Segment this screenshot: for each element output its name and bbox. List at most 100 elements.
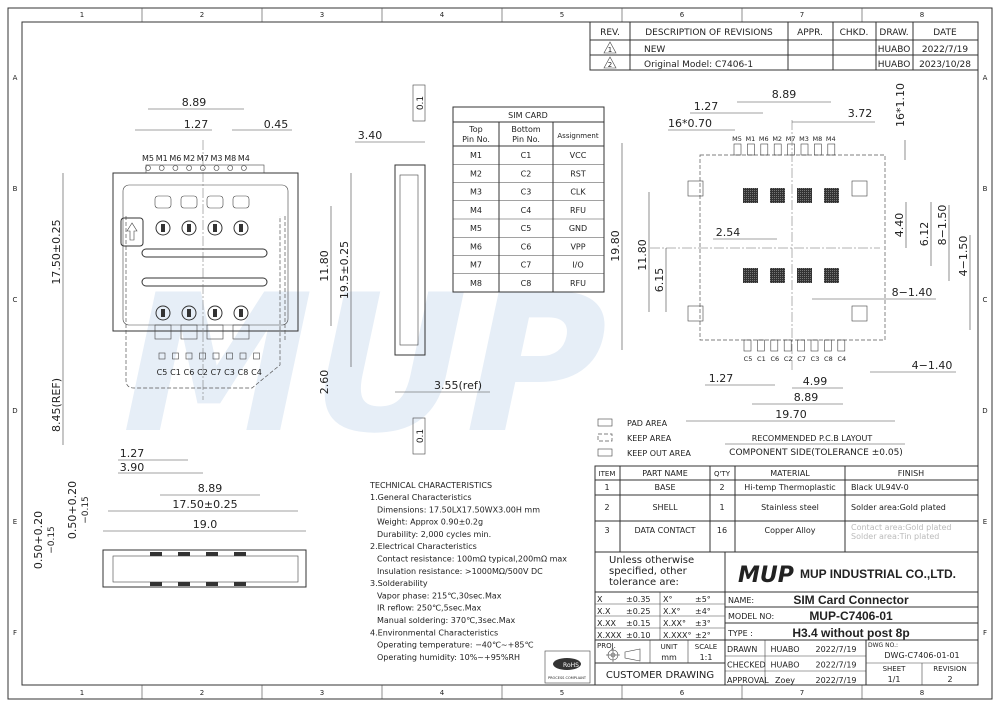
company-name: MUP INDUSTRIAL CO.,LTD. bbox=[800, 567, 956, 581]
signoff-date: 2022/7/19 bbox=[815, 676, 856, 685]
dim-side-01a: 0.1 bbox=[416, 96, 426, 110]
tech-line: Operating temperature: −40℃~+85℃ bbox=[377, 641, 534, 650]
bottom-pin-label: C5 bbox=[157, 368, 168, 377]
pcb-post-pad bbox=[851, 305, 868, 322]
pcb-top-pin-label: M4 bbox=[826, 135, 836, 143]
pcb-bottom-pin-label: C1 bbox=[757, 355, 766, 363]
grid-column-label: 1 bbox=[80, 689, 84, 697]
parts-header-material: MATERIAL bbox=[770, 469, 810, 478]
rohs-label: RoHS bbox=[563, 662, 579, 669]
signoff-name: Zoey bbox=[775, 676, 795, 685]
signoff-name: HUABO bbox=[771, 645, 800, 654]
sim-table-cell: GND bbox=[569, 224, 587, 233]
grid-column-label: 4 bbox=[440, 689, 445, 697]
pcb-pad bbox=[757, 339, 765, 352]
tolerance-value: X.XXX° bbox=[663, 631, 691, 640]
dim-top-889b: 8.89 bbox=[198, 482, 223, 495]
grid-column-label: 8 bbox=[920, 11, 924, 19]
tolerance-value: ±0.10 bbox=[626, 631, 651, 640]
part-finish: Solder area:Gold plated bbox=[851, 503, 946, 512]
rev-header-rev: REV. bbox=[600, 28, 620, 38]
grid-column-label: 4 bbox=[440, 11, 445, 19]
pcb-dim-889b: 8.89 bbox=[794, 391, 819, 404]
dim-side-355: 3.55(ref) bbox=[434, 379, 482, 392]
signoff-date: 2022/7/19 bbox=[815, 645, 856, 654]
tolerance-value: X.X° bbox=[663, 607, 681, 616]
pcb-bottom-pin-label: C4 bbox=[837, 355, 846, 363]
sim-table-cell: M3 bbox=[470, 188, 482, 197]
rev-1-desc: NEW bbox=[644, 45, 665, 55]
scale-label: SCALE bbox=[695, 643, 717, 651]
grid-row-label: D bbox=[12, 407, 17, 415]
revision-table: REV. DESCRIPTION OF REVISIONS APPR. CHKD… bbox=[589, 21, 979, 71]
sim-header-assignment: Assignment bbox=[557, 132, 598, 140]
bottom-pin-label: C8 bbox=[238, 368, 249, 377]
part-qty: 16 bbox=[717, 526, 727, 535]
grid-column-label: 5 bbox=[560, 689, 564, 697]
rev-2-number: 2 bbox=[608, 61, 612, 69]
dim-top-127: 1.27 bbox=[184, 118, 209, 131]
projection-symbol-icon bbox=[606, 648, 641, 662]
grid-column-label: 6 bbox=[680, 11, 685, 19]
tech-line: 1.General Characteristics bbox=[370, 493, 472, 502]
sim-table-cell: RST bbox=[570, 169, 586, 178]
sim-table-cell: RFU bbox=[570, 279, 586, 288]
part-name: DATA CONTACT bbox=[634, 526, 695, 535]
revision-label: REVISION bbox=[933, 665, 966, 673]
pcb-pad bbox=[800, 143, 809, 156]
tolerance-value: ±3° bbox=[695, 619, 711, 628]
grid-row-label: C bbox=[983, 296, 988, 304]
tolerance-value: X.XX° bbox=[663, 619, 686, 628]
dim-top-260: 2.60 bbox=[318, 370, 331, 395]
part-finish: Black UL94V-0 bbox=[851, 483, 909, 492]
grid-row-label: B bbox=[983, 185, 988, 193]
pcb-dim-070: 16*0.70 bbox=[668, 117, 712, 130]
tolerance-note: Unless otherwise bbox=[609, 555, 694, 566]
tech-line: Vapor phase: 215℃,30sec.Max bbox=[377, 591, 502, 600]
pcb-dim-254: 2.54 bbox=[716, 226, 741, 239]
dwg-label: DWG NO.: bbox=[868, 642, 898, 649]
signoff-role: DRAWN bbox=[727, 645, 757, 654]
tech-line: Operating humidity: 10%~+95%RH bbox=[377, 653, 520, 662]
sim-table-cell: C4 bbox=[521, 206, 532, 215]
parts-header-name: PART NAME bbox=[642, 469, 688, 478]
grid-row-label: A bbox=[13, 74, 18, 82]
sim-table-cell: M8 bbox=[470, 279, 482, 288]
signoff-role: APPROVAL bbox=[727, 676, 769, 685]
pcb-dim-440: 4.40 bbox=[893, 213, 906, 238]
grid-column-label: 3 bbox=[320, 11, 324, 19]
keep-out-area bbox=[797, 268, 812, 283]
tech-line: Contact resistance: 100mΩ typical,200mΩ … bbox=[377, 555, 567, 564]
sim-table-cell: M6 bbox=[470, 242, 482, 251]
pcb-dim-499: 4.99 bbox=[803, 375, 828, 388]
pcb-pad bbox=[827, 143, 836, 156]
pcb-dim-1180: 11.80 bbox=[636, 239, 649, 271]
grid-column-label: 2 bbox=[200, 11, 204, 19]
pcb-caption-sub: COMPONENT SIDE(TOLERANCE ±0.05) bbox=[729, 448, 903, 458]
scale-value: 1:1 bbox=[700, 653, 713, 662]
sim-table-cell: C2 bbox=[521, 169, 532, 178]
part-item: 3 bbox=[604, 526, 609, 535]
dim-front-050a-minus: −0.15 bbox=[47, 526, 57, 554]
pcb-top-pin-label: M6 bbox=[759, 135, 769, 143]
part-item: 1 bbox=[604, 483, 609, 492]
customer-drawing: CUSTOMER DRAWING bbox=[606, 670, 714, 681]
part-material: Stainless steel bbox=[761, 503, 819, 512]
tech-line: IR reflow: 250℃,5sec.Max bbox=[377, 604, 481, 613]
top-pin-label: M8 bbox=[224, 154, 236, 163]
bottom-pin-label: C4 bbox=[251, 368, 262, 377]
bottom-pin-label: C2 bbox=[197, 368, 208, 377]
tolerance-note: specified, other bbox=[609, 566, 688, 577]
rev-1-number: 1 bbox=[608, 46, 612, 54]
bottom-pin-label: C1 bbox=[170, 368, 181, 377]
sim-table-cell: C6 bbox=[521, 242, 532, 251]
tolerance-value: ±0.15 bbox=[626, 619, 651, 628]
rev-header-desc: DESCRIPTION OF REVISIONS bbox=[645, 28, 773, 38]
keep-out-area bbox=[770, 188, 785, 203]
pcb-dim-8140: 8−1.40 bbox=[892, 286, 933, 299]
pcb-pad bbox=[814, 143, 822, 156]
top-pin-label: M3 bbox=[211, 154, 223, 163]
technical-characteristics: TECHNICAL CHARACTERISTICS 1.General Char… bbox=[369, 481, 591, 684]
tolerance-value: X° bbox=[663, 595, 672, 604]
rohs-sublabel: PROCESS COMPLIANT bbox=[548, 676, 587, 680]
